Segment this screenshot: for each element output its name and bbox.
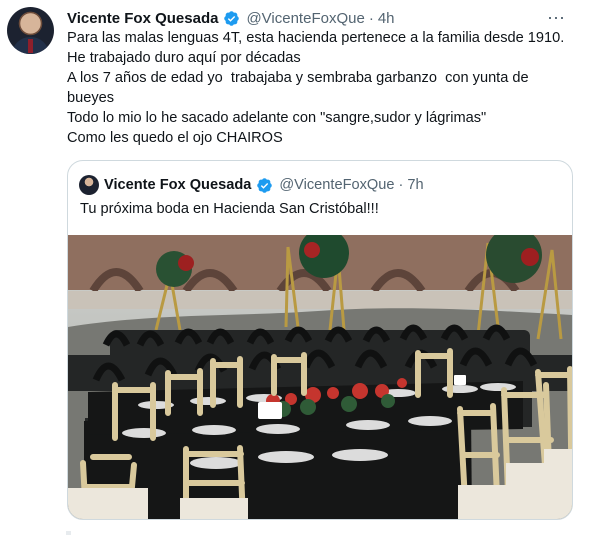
tweet-line: Todo lo mio lo he sacado adelante con "s… [67,110,487,126]
tweet-header: Vicente Fox Quesada @VicenteFoxQue · 4h … [67,7,584,29]
quoted-tweet-text: Tu próxima boda en Hacienda San Cristóba… [80,201,379,217]
verified-badge-icon [257,177,273,193]
more-icon[interactable]: ⋯ [547,8,566,29]
quoted-author-handle: @VicenteFoxQue [279,177,395,193]
tweet-line: Como les quedo el ojo CHAIROS [67,130,283,146]
tweet-line: He trabajado duro aquí por décadas [67,50,301,66]
tweet-line: bueyes [67,90,115,106]
tweet-text: Para las malas lenguas 4T, esta hacienda… [67,28,582,148]
quoted-tweet-card[interactable]: Vicente Fox Quesada @VicenteFoxQue · 7h … [67,160,573,520]
quoted-author-name: Vicente Fox Quesada [104,177,252,193]
author-avatar[interactable] [7,7,54,54]
author-name[interactable]: Vicente Fox Quesada [67,10,218,27]
tweet-line: Para las malas lenguas 4T, esta hacienda… [67,30,565,46]
separator-dot: · [368,9,374,27]
separator-dot: · [398,177,404,193]
quoted-tweet-time: 7h [407,177,424,193]
quoted-tweet-header: Vicente Fox Quesada @VicenteFoxQue · 7h [79,175,424,195]
author-handle[interactable]: @VicenteFoxQue [246,10,364,27]
verified-badge-icon [224,10,240,26]
bottom-divider [66,531,571,535]
quoted-author-avatar [79,175,99,195]
tweet-line: A los 7 años de edad yo trabajaba y semb… [67,70,529,86]
quoted-tweet-photo[interactable] [68,235,572,519]
tweet-time[interactable]: 4h [378,10,395,27]
